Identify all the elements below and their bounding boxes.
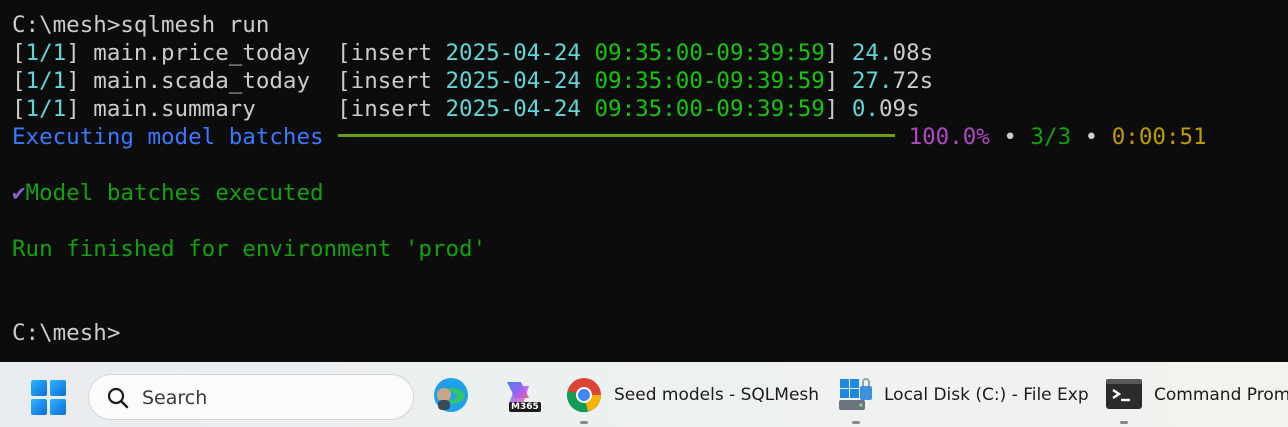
interval-close: ]: [824, 68, 852, 94]
progress-count: 3/3: [1030, 124, 1072, 150]
counter-bracket-close: ]: [66, 96, 80, 122]
taskbar-search[interactable]: Search: [88, 374, 414, 420]
search-icon: [107, 387, 129, 409]
model-name: main.summary [insert: [79, 96, 446, 122]
taskbar-app-label: Command Prompt: [1154, 385, 1288, 405]
model-row-scada-today: [1/1] main.scada_today [insert 2025-04-2…: [12, 67, 933, 95]
model-row-summary: [1/1] main.summary [insert 2025-04-24 09…: [12, 95, 920, 123]
duration-rest: 72s: [892, 68, 934, 94]
counter-bracket-open: [: [12, 96, 26, 122]
file-explorer-icon: [839, 378, 872, 410]
chrome-running-indicator: [580, 421, 588, 424]
interval-date: 2025-04-24: [445, 96, 581, 122]
interval-date: 2025-04-24: [445, 40, 581, 66]
counter-bracket-open: [: [12, 40, 26, 66]
batches-executed-line: ✔Model batches executed: [12, 179, 324, 207]
counter-bracket-open: [: [12, 68, 26, 94]
taskbar-app-label: Local Disk (C:) - File Exp: [884, 385, 1089, 405]
model-name: main.scada_today [insert: [79, 68, 446, 94]
final-prompt[interactable]: C:\mesh>: [12, 319, 120, 347]
chrome-icon: [566, 378, 601, 413]
interval-date: 2025-04-24: [445, 68, 581, 94]
checkmark-icon: ✔: [12, 180, 26, 206]
progress-label: Executing model batches: [12, 124, 324, 150]
progress-separator: •: [989, 124, 1031, 150]
search-placeholder: Search: [142, 387, 208, 409]
interval-time: 09:35:00-09:39:59: [594, 40, 825, 66]
progress-percent: 100.0%: [908, 124, 990, 150]
interval-time: 09:35:00-09:39:59: [594, 96, 825, 122]
duration-rest: 09s: [878, 96, 920, 122]
progress-row: Executing model batches 100.0% • 3/3 • 0:…: [12, 123, 1207, 151]
explorer-running-indicator: [852, 421, 860, 424]
model-row-price-today: [1/1] main.price_today [insert 2025-04-2…: [12, 39, 933, 67]
command-prompt-icon: [1106, 379, 1142, 409]
progress-elapsed: 0:00:51: [1111, 124, 1207, 150]
m365-badge: M365: [509, 402, 541, 412]
copilot-m365-icon[interactable]: M365: [499, 376, 541, 414]
duration-int: 0.: [851, 96, 879, 122]
batch-counter: 1/1: [25, 40, 67, 66]
terminal-window[interactable]: C:\mesh>sqlmesh run [1/1] main.price_tod…: [0, 0, 1288, 362]
taskbar-app-label: Seed models - SQLMesh: [614, 385, 820, 405]
counter-bracket-close: ]: [66, 68, 80, 94]
progress-separator: •: [1071, 124, 1112, 150]
batch-counter: 1/1: [25, 68, 67, 94]
duration-rest: 08s: [892, 40, 934, 66]
interval-close: ]: [824, 40, 852, 66]
edge-icon[interactable]: [432, 376, 470, 414]
duration-int: 24.: [851, 40, 893, 66]
model-name: main.price_today [insert: [79, 40, 446, 66]
interval-close: ]: [824, 96, 852, 122]
run-finished-line: Run finished for environment 'prod': [12, 236, 487, 262]
counter-bracket-close: ]: [66, 40, 80, 66]
batch-counter: 1/1: [25, 96, 67, 122]
duration-int: 27.: [851, 68, 893, 94]
batches-message: Model batches executed: [25, 180, 324, 206]
windows-start-icon[interactable]: [31, 380, 66, 415]
progress-bar: [337, 134, 895, 137]
taskbar: Search M365 Seed models - SQLMesh Local …: [0, 362, 1288, 427]
command-line: C:\mesh>sqlmesh run: [12, 12, 270, 38]
interval-time: 09:35:00-09:39:59: [594, 68, 825, 94]
cmd-running-indicator: [1120, 421, 1128, 424]
